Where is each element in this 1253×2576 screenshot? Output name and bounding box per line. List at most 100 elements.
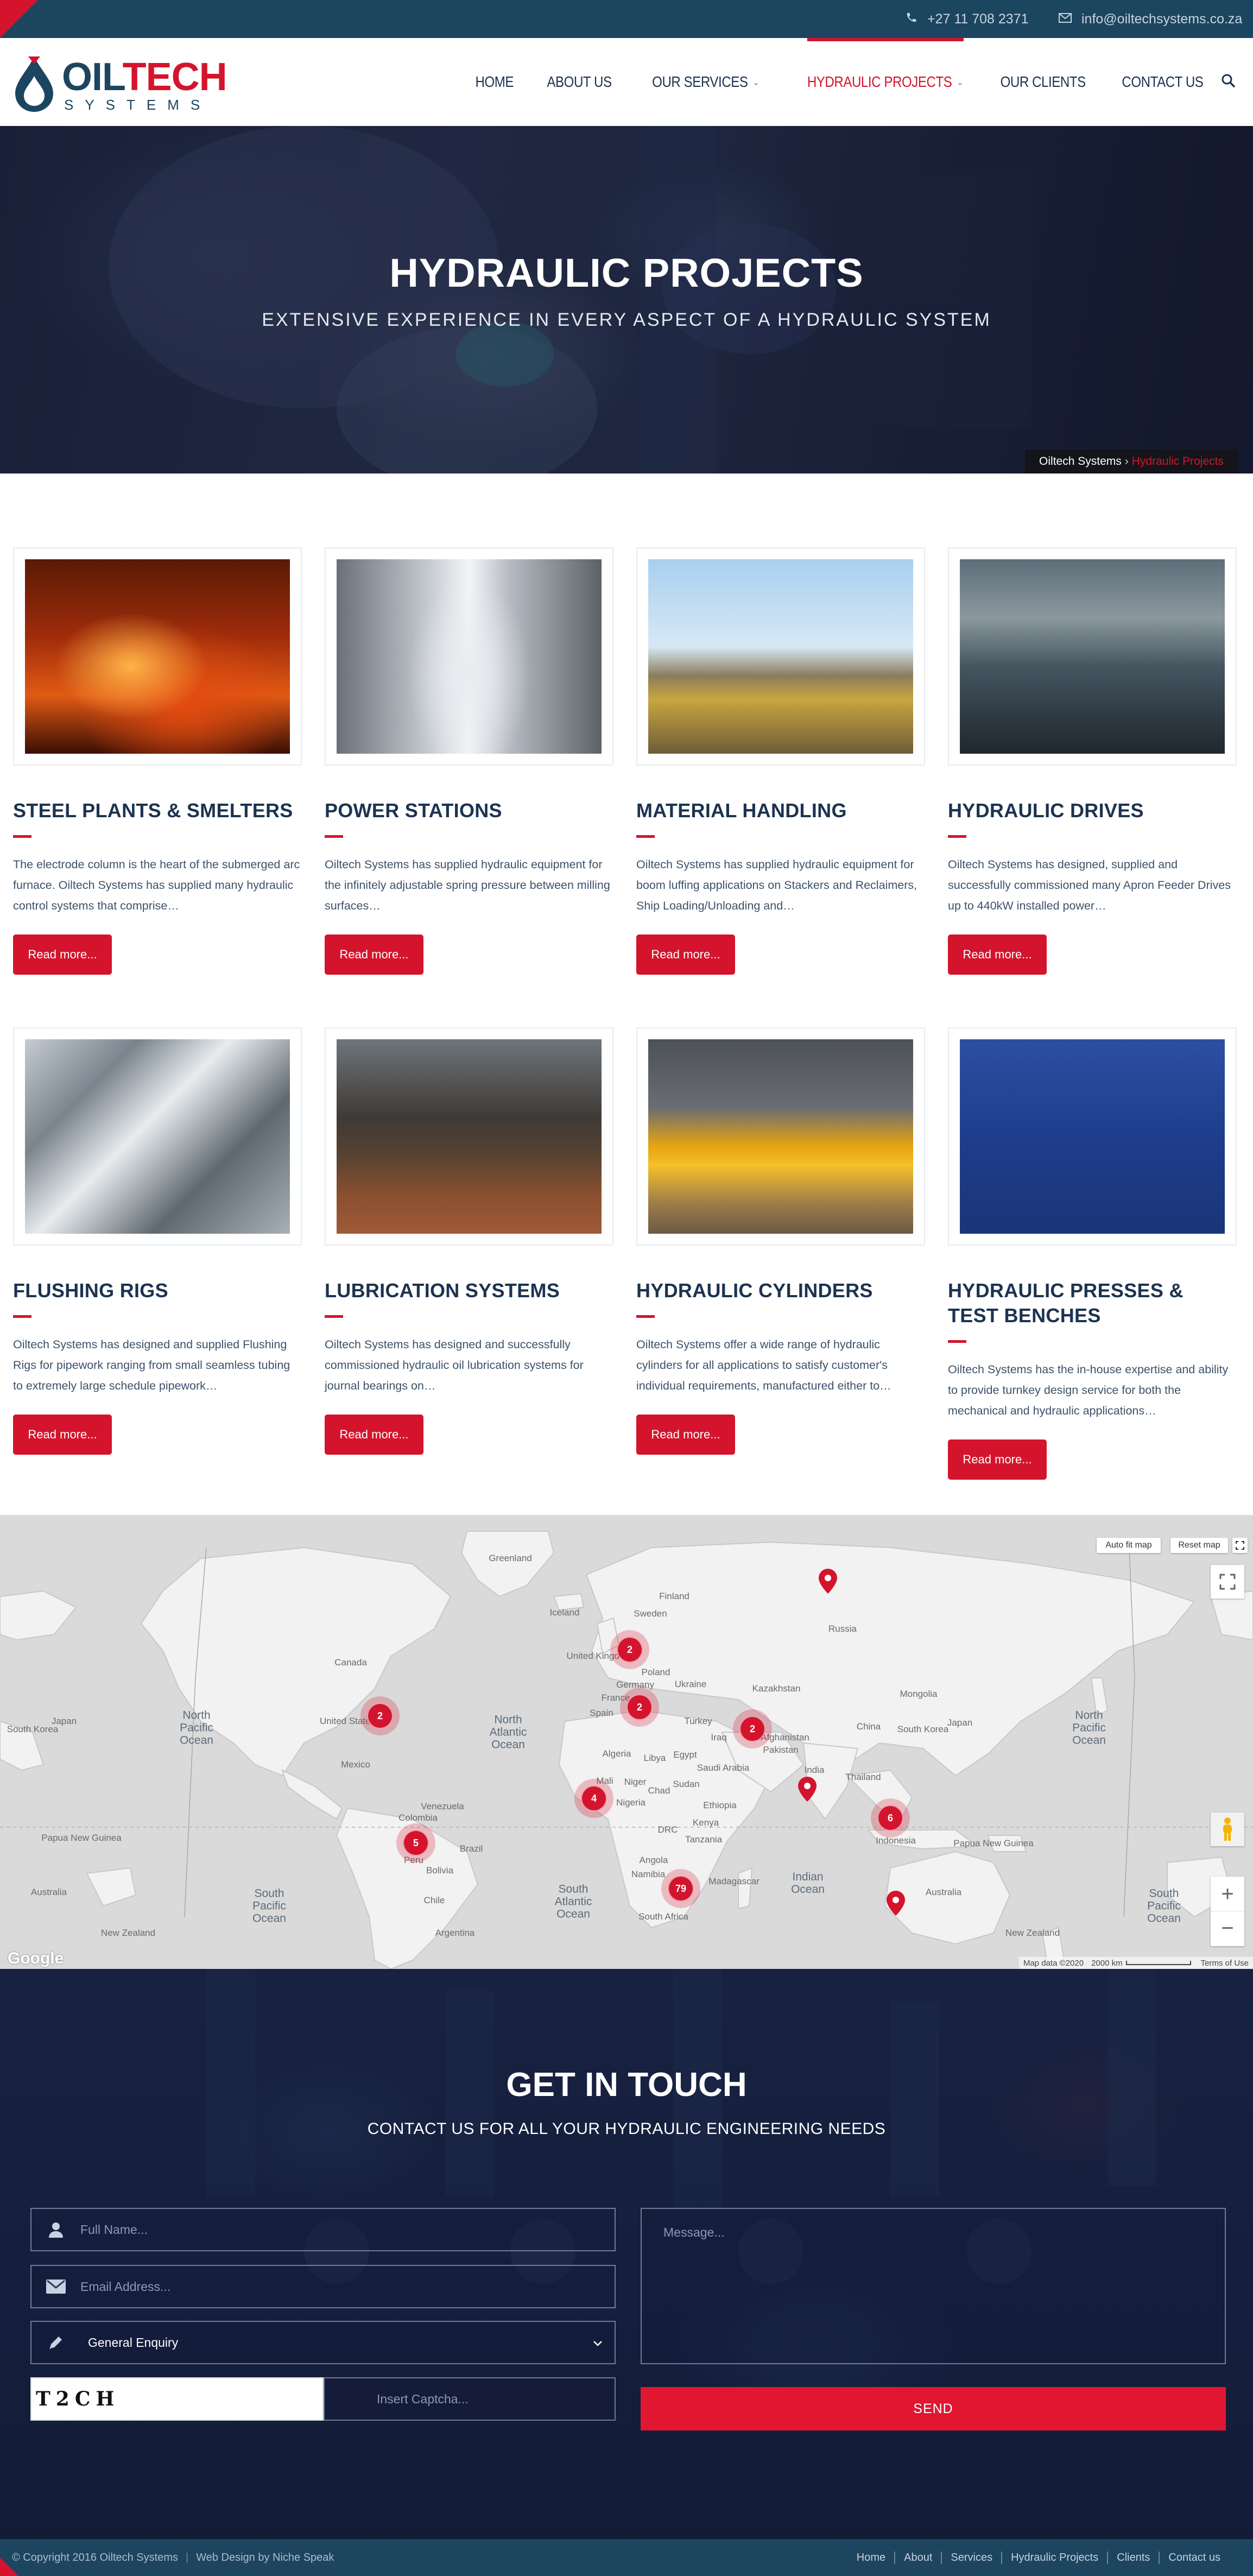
reset-map-button[interactable]: Reset map <box>1170 1538 1228 1553</box>
map-country-label: Pakistan <box>763 1745 799 1755</box>
read-more-button[interactable]: Read more... <box>13 1415 112 1455</box>
auto-fit-map-button[interactable]: Auto fit map <box>1097 1538 1161 1553</box>
nav-item-hydraulic-projects[interactable]: HYDRAULIC PROJECTS ⌄ <box>807 38 964 126</box>
title-underline <box>13 835 31 838</box>
enquiry-select[interactable]: General Enquiry <box>30 2321 616 2364</box>
message-textarea[interactable]: Message... <box>641 2208 1226 2364</box>
nav-item-about-us[interactable]: ABOUT US <box>547 38 612 126</box>
project-title[interactable]: STEEL PLANTS & SMELTERS <box>13 798 302 823</box>
terms-link[interactable]: Terms of Use <box>1201 1959 1249 1968</box>
map-cluster-marker[interactable]: 4 <box>574 1779 613 1818</box>
top-bar-phone[interactable]: +27 11 708 2371 <box>906 0 1029 38</box>
project-excerpt: Oiltech Systems has designed and success… <box>325 1338 584 1392</box>
project-image-frame[interactable] <box>13 547 302 766</box>
map-pin-icon[interactable] <box>887 1891 905 1916</box>
fullscreen-icon[interactable] <box>1211 1565 1244 1599</box>
email-field[interactable]: Email Address... <box>30 2265 616 2308</box>
map-cluster-marker[interactable]: 2 <box>610 1630 649 1669</box>
project-image-frame[interactable] <box>948 547 1237 766</box>
footer-link-about[interactable]: About <box>894 2551 941 2564</box>
project-image[interactable] <box>648 1039 913 1234</box>
breadcrumb-home[interactable]: Oiltech Systems <box>1039 455 1122 468</box>
logo-wordmark: OILTECH <box>62 55 227 99</box>
nav-item-our-services[interactable]: OUR SERVICES ⌄ <box>652 38 760 126</box>
title-underline <box>325 1315 343 1318</box>
read-more-button[interactable]: Read more... <box>13 935 112 975</box>
nav-item-label: CONTACT US <box>1121 73 1203 90</box>
chevron-down-icon: ⌄ <box>752 76 760 87</box>
project-excerpt: The electrode column is the heart of the… <box>13 858 300 912</box>
nav-item-contact-us[interactable]: CONTACT US <box>1122 38 1203 126</box>
footer-link-clients[interactable]: Clients <box>1107 2551 1159 2564</box>
footer-link-contact-us[interactable]: Contact us <box>1159 2551 1229 2564</box>
project-image[interactable] <box>25 1039 290 1234</box>
project-image[interactable] <box>960 559 1225 754</box>
project-image-frame[interactable] <box>948 1027 1237 1246</box>
top-bar-email[interactable]: info@oiltechsystems.co.za <box>1059 0 1242 38</box>
project-title[interactable]: POWER STATIONS <box>325 798 613 823</box>
map-ocean-label: South Atlantic Ocean <box>554 1883 592 1921</box>
footer-link-home[interactable]: Home <box>848 2552 894 2564</box>
map-cluster-marker[interactable]: 5 <box>396 1823 435 1862</box>
map-country-label: Kazakhstan <box>752 1683 801 1694</box>
map-cluster-marker[interactable]: 79 <box>661 1869 700 1908</box>
project-image-frame[interactable] <box>636 1027 925 1246</box>
project-excerpt: Oiltech Systems has designed, supplied a… <box>948 858 1231 912</box>
cluster-count: 4 <box>581 1785 607 1811</box>
map-country-label: Papua New Guinea <box>41 1833 122 1843</box>
read-more-button[interactable]: Read more... <box>636 935 735 975</box>
search-icon[interactable] <box>1222 74 1238 90</box>
footer-link-services[interactable]: Services <box>941 2551 1001 2564</box>
project-title[interactable]: HYDRAULIC PRESSES & TEST BENCHES <box>948 1278 1237 1328</box>
site-footer: © Copyright 2016 Oiltech Systems | Web D… <box>0 2539 1253 2576</box>
read-more-button[interactable]: Read more... <box>325 935 423 975</box>
projects-map[interactable]: Greenland Iceland Finland Sweden Russia Canad… <box>0 1515 1253 1969</box>
project-image[interactable] <box>648 559 913 754</box>
map-country-label: DRC <box>657 1824 678 1835</box>
map-country-label: New Zealand <box>1005 1928 1060 1938</box>
site-logo[interactable]: OILTECH SYSTEMS <box>12 54 227 114</box>
read-more-button[interactable]: Read more... <box>948 1439 1047 1480</box>
map-country-label: Greenland <box>489 1553 532 1563</box>
name-field[interactable]: Full Name... <box>30 2208 616 2251</box>
google-logo[interactable]: Google <box>8 1949 64 1968</box>
send-button[interactable]: SEND <box>641 2387 1226 2430</box>
map-ocean-label: South Pacific Ocean <box>1147 1887 1181 1925</box>
map-cluster-marker[interactable]: 6 <box>871 1798 910 1838</box>
email-placeholder: Email Address... <box>80 2279 171 2294</box>
nav-item-our-clients[interactable]: OUR CLIENTS <box>1000 38 1086 126</box>
zoom-out-button[interactable]: − <box>1211 1911 1244 1946</box>
map-country-label: Mexico <box>341 1759 370 1770</box>
project-image[interactable] <box>337 1039 602 1234</box>
project-title[interactable]: FLUSHING RIGS <box>13 1278 302 1303</box>
captcha-input[interactable]: Insert Captcha... <box>324 2377 616 2421</box>
project-title[interactable]: HYDRAULIC CYLINDERS <box>636 1278 925 1303</box>
designer-credit-link[interactable]: Web Design by Niche Speak <box>196 2552 334 2564</box>
map-pin-icon[interactable] <box>819 1569 837 1594</box>
read-more-button[interactable]: Read more... <box>325 1415 423 1455</box>
zoom-in-button[interactable]: + <box>1211 1877 1244 1911</box>
map-cluster-marker[interactable]: 2 <box>620 1688 659 1727</box>
map-cluster-marker[interactable]: 2 <box>360 1696 400 1735</box>
map-pin-icon[interactable] <box>798 1777 817 1802</box>
street-view-pegman-icon[interactable] <box>1211 1813 1244 1846</box>
top-bar-accent <box>0 0 38 38</box>
nav-item-home[interactable]: HOME <box>475 38 514 126</box>
map-country-label: Thailand <box>845 1772 881 1782</box>
project-title[interactable]: HYDRAULIC DRIVES <box>948 798 1237 823</box>
read-more-button[interactable]: Read more... <box>636 1415 735 1455</box>
project-image-frame[interactable] <box>325 547 613 766</box>
project-image[interactable] <box>960 1039 1225 1234</box>
project-image[interactable] <box>25 559 290 754</box>
project-title[interactable]: LUBRICATION SYSTEMS <box>325 1278 613 1303</box>
project-title[interactable]: MATERIAL HANDLING <box>636 798 925 823</box>
fullscreen-small-icon[interactable] <box>1232 1538 1248 1553</box>
project-image-frame[interactable] <box>13 1027 302 1246</box>
project-image-frame[interactable] <box>636 547 925 766</box>
map-cluster-marker[interactable]: 2 <box>733 1709 772 1748</box>
project-image-frame[interactable] <box>325 1027 613 1246</box>
map-country-label: Ethiopia <box>703 1800 737 1810</box>
project-image[interactable] <box>337 559 602 754</box>
read-more-button[interactable]: Read more... <box>948 935 1047 975</box>
footer-link-hydraulic-projects[interactable]: Hydraulic Projects <box>1001 2551 1107 2564</box>
